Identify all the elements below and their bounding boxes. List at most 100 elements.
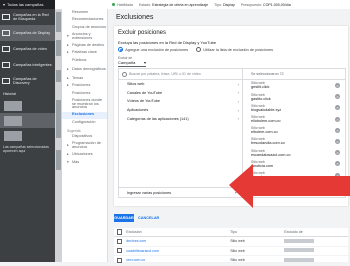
- row-checkbox[interactable]: [117, 248, 123, 254]
- secnav-item-locations[interactable]: ▸ Ubicaciones: [62, 152, 107, 160]
- radio-add-label: Agregue una exclusión de posiciones: [125, 47, 189, 52]
- status-badge[interactable]: Habilitada: [112, 3, 133, 7]
- category-label: Vídeos de YouTube: [127, 99, 161, 104]
- secnav-item-demographics[interactable]: ▸ Datos demográficos: [62, 65, 107, 76]
- enter-multiple-placements[interactable]: Ingresar varias posiciones +: [119, 187, 240, 197]
- secnav-item-more[interactable]: ▾ Más: [62, 159, 107, 167]
- placement-search-input[interactable]: Buscar por palabra, frase, URL o ID de v…: [119, 69, 242, 80]
- secnav-label: Públicos: [72, 57, 87, 62]
- remove-icon[interactable]: ×: [335, 105, 340, 111]
- chevron-right-icon: ▸: [67, 143, 69, 148]
- chevron-right-icon: ›: [237, 90, 239, 96]
- exclude-from-select[interactable]: Excluir de Campaña ▾: [118, 56, 146, 67]
- category-label: Categorías de las aplicaciones (141): [127, 116, 189, 121]
- chevron-right-icon: ›: [237, 81, 239, 87]
- search-placeholder: Buscar por palabra, frase, URL o ID de v…: [129, 72, 201, 76]
- selected-item: Sitio web ellobolem.com.co ×: [243, 114, 345, 125]
- nav-smart-campaigns-label: Campañas inteligentes: [13, 62, 52, 67]
- secnav-item-ads[interactable]: ▾ Anuncios y extensiones: [62, 32, 107, 43]
- nav-search-campaigns-label: Campañas en la Red de Búsqueda: [13, 12, 49, 22]
- secnav-label: Programación de anuncios: [72, 141, 101, 150]
- col-placement-header[interactable]: Exclusión: [126, 230, 230, 234]
- nav-smart-campaigns[interactable]: Campañas inteligentes: [0, 57, 55, 73]
- redacted-block: [284, 238, 315, 243]
- radio-use-list[interactable]: Utilizar la lista de exclusión de posici…: [196, 47, 274, 53]
- redacted-block: [284, 257, 315, 262]
- secnav-label: Resumen: [72, 9, 89, 14]
- col-type-header[interactable]: Tipo: [230, 230, 284, 234]
- budget-value[interactable]: COP1.000,00/día: [263, 3, 291, 7]
- save-button[interactable]: GUARDAR: [114, 214, 134, 222]
- remove-icon[interactable]: ×: [335, 139, 340, 145]
- category-app-categories[interactable]: Categorías de las aplicaciones (141) ›: [119, 114, 242, 123]
- radio-list-label: Utilizar la lista de exclusión de posici…: [203, 47, 274, 52]
- selected-item-name: frescolandia.com.co: [251, 141, 285, 146]
- nav-discovery-campaigns[interactable]: Campañas de Discovery: [0, 73, 55, 89]
- selected-item: Sitio web elbolem.com.co ×: [243, 125, 345, 136]
- category-apps[interactable]: Aplicaciones ›: [119, 106, 242, 115]
- redacted-block: [56, 100, 61, 138]
- nav-video-campaigns[interactable]: Campañas de vídeo: [0, 41, 55, 57]
- row-placement-link[interactable]: devices.com: [126, 239, 230, 243]
- secnav-item-recomendaciones[interactable]: Recomendaciones: [62, 17, 107, 25]
- remove-icon[interactable]: ×: [335, 116, 340, 122]
- secnav-item-where-ads-showed[interactable]: Posiciones donde se muestran los anuncio…: [62, 98, 107, 112]
- main-content: Exclusiones Excluir posiciones Excluya l…: [108, 9, 350, 266]
- row-type: Sitio web: [230, 248, 245, 253]
- remove-icon[interactable]: ×: [335, 127, 340, 133]
- history-item[interactable]: [0, 98, 55, 113]
- category-websites[interactable]: Sitios web ›: [119, 80, 242, 89]
- secnav-label: Exclusiones: [72, 112, 95, 117]
- radio-unchecked-icon: [196, 47, 202, 53]
- secnav-label: Dispositivos: [72, 134, 93, 139]
- secnav-item-keywords[interactable]: ▸ Palabras clave: [62, 50, 107, 58]
- redacted-block: [284, 248, 315, 253]
- remove-icon[interactable]: ×: [335, 150, 340, 156]
- redacted-block: [56, 40, 61, 56]
- nav-display-campaigns[interactable]: Campañas de Display: [0, 25, 55, 41]
- history-label: Historial: [3, 92, 16, 96]
- annotation-arrow-icon: [229, 164, 350, 208]
- category-label: Aplicaciones: [127, 108, 149, 113]
- row-placement-link[interactable]: cuadrillecaracol.com: [126, 249, 230, 253]
- chevron-right-icon: ▸: [67, 83, 69, 88]
- category-youtube-videos[interactable]: Vídeos de YouTube ›: [119, 97, 242, 106]
- secnav-item-ad-groups[interactable]: Grupos de anuncios: [62, 24, 107, 32]
- secnav-item-audiences[interactable]: Públicos: [62, 57, 107, 65]
- secnav-item-exclusions[interactable]: Exclusiones: [62, 111, 107, 119]
- category-youtube-channels[interactable]: Canales de YouTube ›: [119, 89, 242, 98]
- chevron-down-icon: ▾: [67, 33, 69, 38]
- secnav-item-placements[interactable]: Posiciones: [62, 90, 107, 98]
- strategy-label: Estado:: [138, 2, 152, 7]
- all-campaigns-link[interactable]: ▾ Todas las campañas: [0, 0, 55, 9]
- select-all-checkbox[interactable]: [117, 229, 123, 235]
- history-item[interactable]: [0, 113, 55, 128]
- secnav-item-settings[interactable]: Configuración: [62, 119, 107, 127]
- bulk-label: Ingresar varias posiciones: [127, 190, 172, 195]
- row-checkbox[interactable]: [117, 238, 123, 244]
- secnav-item-ad-schedule[interactable]: ▸ Programación de anuncios: [62, 141, 107, 152]
- secnav-item-topics[interactable]: ▸ Temas: [62, 75, 107, 83]
- selected-item: Sitio web blogsaludable.xyz ×: [243, 102, 345, 113]
- chevron-down-icon: ▾: [3, 2, 6, 7]
- section-navigation: Resumen Recomendaciones Grupos de anunci…: [62, 9, 108, 262]
- secnav-item-resumen[interactable]: Resumen: [62, 9, 107, 17]
- nav-search-campaigns[interactable]: Campañas en la Red de Búsqueda: [0, 9, 55, 25]
- row-type: Sitio web: [230, 239, 245, 244]
- table-header: Exclusión Tipo Excluido de: [114, 228, 348, 237]
- secnav-item-devices[interactable]: Dispositivos: [62, 134, 107, 142]
- cancel-button[interactable]: CANCELAR: [138, 214, 159, 222]
- history-item[interactable]: [0, 128, 55, 143]
- redacted-block: [4, 115, 22, 126]
- radio-add-exclusion[interactable]: Agregue una exclusión de posiciones: [118, 47, 189, 53]
- chevron-right-icon: ▸: [67, 75, 69, 80]
- col-level-header[interactable]: Excluido de: [284, 230, 344, 234]
- type-label: Tipo:: [214, 2, 222, 7]
- row-checkbox[interactable]: [117, 257, 123, 264]
- secnav-item-landing-pages[interactable]: ▸ Páginas de destino: [62, 42, 107, 50]
- remove-icon[interactable]: ×: [335, 94, 340, 100]
- secnav-label: Anuncios y extensiones: [72, 31, 93, 40]
- chevron-right-icon: ›: [237, 98, 239, 104]
- remove-icon[interactable]: ×: [335, 83, 340, 89]
- secnav-item-placements-group[interactable]: ▸ Posiciones: [62, 83, 107, 91]
